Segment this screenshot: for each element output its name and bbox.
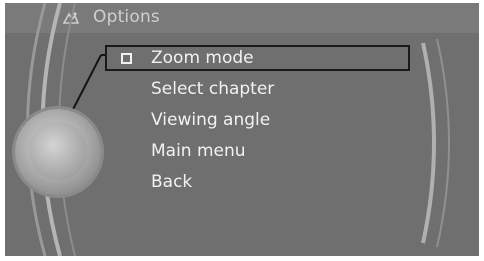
idrive-screen: Options Zoom mode Select chapter Viewing… (5, 3, 479, 256)
controller-knob-center (29, 122, 87, 180)
menu-item-main-menu[interactable]: Main menu (151, 138, 246, 164)
zoom-mode-checkbox[interactable] (121, 53, 132, 64)
menu-item-zoom-mode[interactable]: Zoom mode (151, 45, 254, 71)
menu-item-back[interactable]: Back (151, 169, 192, 195)
controller-knob[interactable] (15, 109, 101, 195)
menu-item-select-chapter[interactable]: Select chapter (151, 76, 274, 102)
menu-item-viewing-angle[interactable]: Viewing angle (151, 107, 270, 133)
